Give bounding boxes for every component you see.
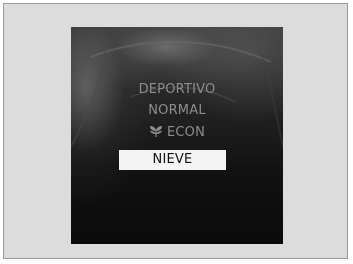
display-screen: DEPORTIVO NORMAL ECON NIEVE — [71, 27, 283, 244]
drive-mode-menu: DEPORTIVO NORMAL ECON NIEVE — [71, 27, 283, 244]
menu-item-normal[interactable]: NORMAL — [71, 102, 283, 120]
menu-item-nieve-selected[interactable]: NIEVE — [119, 150, 226, 170]
menu-item-deportivo[interactable]: DEPORTIVO — [71, 81, 283, 99]
menu-item-econ[interactable]: ECON — [71, 124, 283, 142]
leaf-icon — [149, 126, 162, 137]
menu-item-econ-label: ECON — [166, 125, 206, 140]
